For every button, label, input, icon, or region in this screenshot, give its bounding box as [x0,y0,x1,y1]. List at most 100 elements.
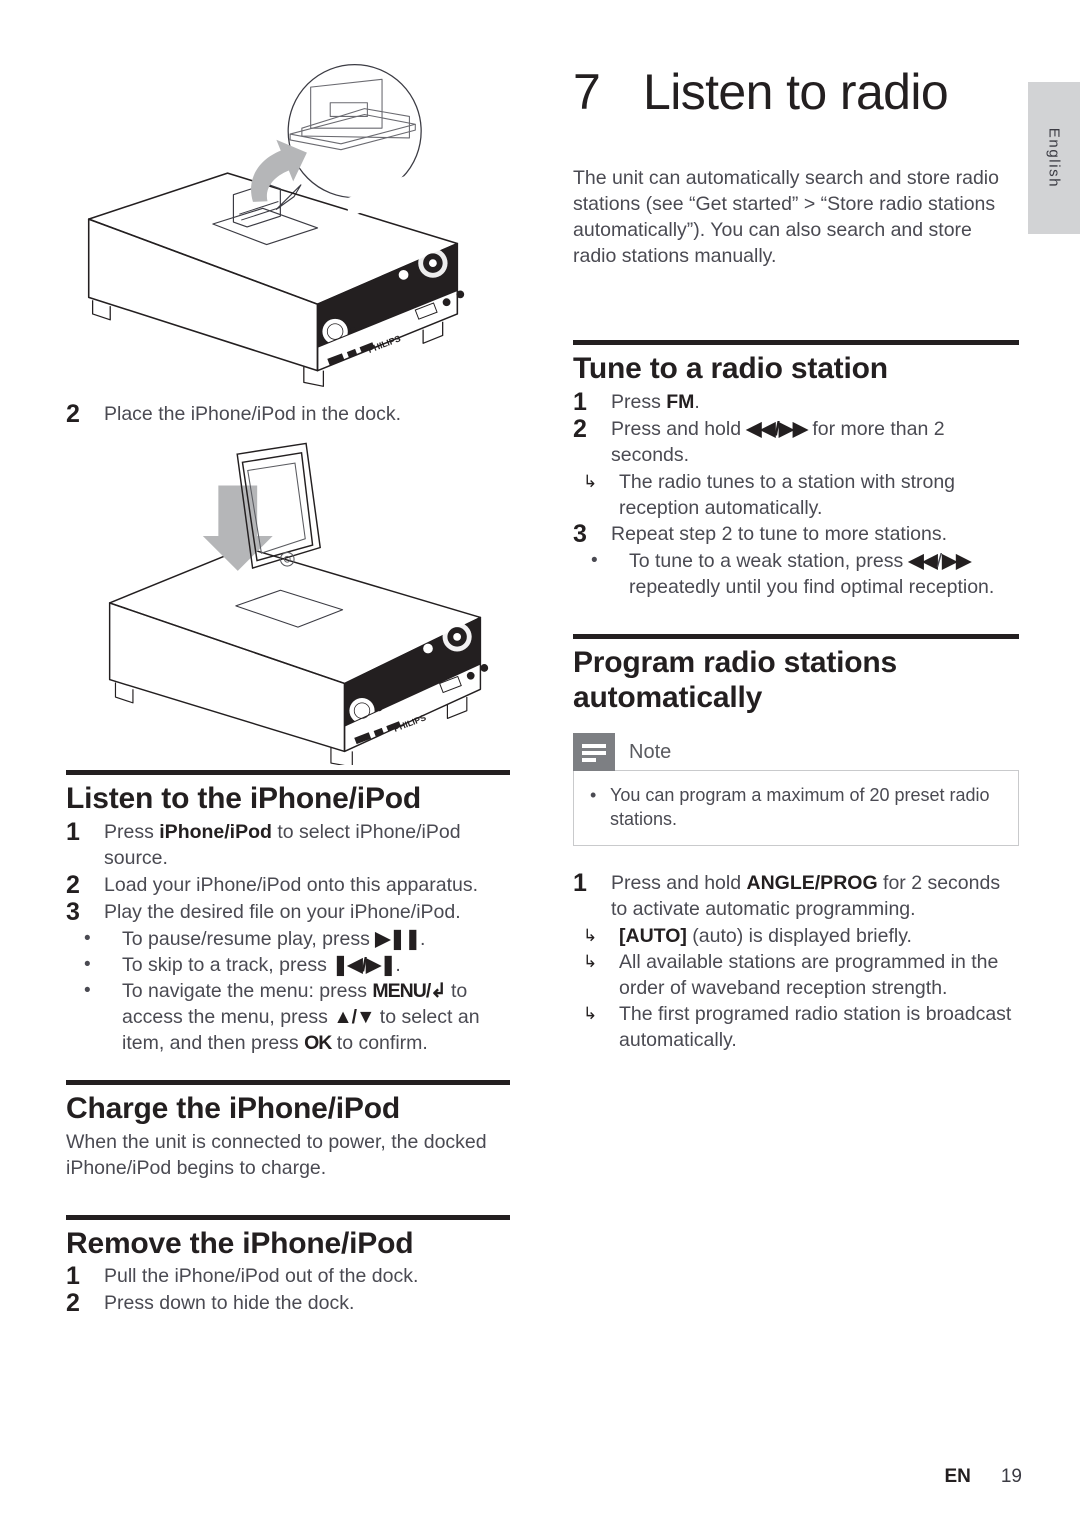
bullet-dot: • [591,549,598,571]
step-item: 1 Pull the iPhone/iPod out of the dock. [66,1263,510,1289]
chapter-number: 7 [573,64,601,120]
bullet-item: • To tune to a weak station, press ◀◀/▶▶… [573,548,1019,600]
section-heading-line2: automatically [573,680,763,714]
program-steps: 1 Press and hold ANGLE/PROG for 2 second… [573,870,1019,922]
step-text: Press down to hide the dock. [104,1292,355,1315]
note-body: • You can program a maximum of 20 preset… [573,770,1019,847]
section-heading: Charge the iPhone/iPod [66,1091,400,1125]
bullet-text: To skip to a track, press ❚◀/▶❚. [122,953,401,976]
remove-steps: 1 Pull the iPhone/iPod out of the dock. … [66,1263,510,1316]
result-arrow-icon: ↳ [583,952,598,972]
left-column: PHILIPS 2 Place the iPhone/iPod in the d… [66,48,510,1317]
tune-steps: 1 Press FM. 2 Press and hold ◀◀/▶▶ for m… [573,389,1019,468]
step-item: 3 Repeat step 2 to tune to more stations… [573,521,1019,547]
page-footer: EN 19 [944,1466,1022,1488]
section-rule [573,633,1019,639]
place-in-dock-steps: 2 Place the iPhone/iPod in the dock. [66,401,510,427]
result-text: The radio tunes to a station with strong… [619,470,956,519]
section-rule [66,1214,510,1220]
tune-step3: 3 Repeat step 2 to tune to more stations… [573,521,1019,547]
step-item: 1 Press and hold ANGLE/PROG for 2 second… [573,870,1019,922]
step-number: 1 [573,869,587,898]
step-text: Play the desired file on your iPhone/iPo… [104,900,461,923]
bullet-dot: • [84,927,91,949]
result-arrow-icon: ↳ [583,1004,598,1024]
step-text: Repeat step 2 to tune to more stations. [611,522,948,545]
step-item: 2 Press and hold ◀◀/▶▶ for more than 2 s… [573,416,1019,468]
note-icon [573,733,615,772]
step-text: Press and hold ANGLE/PROG for 2 seconds … [611,872,1001,921]
tune-step3-bullets: • To tune to a weak station, press ◀◀/▶▶… [573,548,1019,600]
section-heading: Program radio stations automatically [573,646,1019,716]
iphone-docking-illustration: PHILIPS [66,435,510,770]
footer-page-number: 19 [1000,1466,1022,1487]
step-item: 1 Press FM. [573,389,1019,415]
section-heading: Remove the iPhone/iPod [66,1226,414,1260]
step-text: Pull the iPhone/iPod out of the dock. [104,1265,419,1288]
step-text: Load your iPhone/iPod onto this apparatu… [104,873,479,896]
section-rule [573,340,1019,345]
step-number: 1 [66,1262,80,1291]
section-listen-to-iphone: Listen to the iPhone/iPod 1 Press iPhone… [66,770,510,1056]
language-side-tab: English [1028,82,1080,234]
bullet-text: To pause/resume play, press ▶❚❚. [122,927,426,950]
section-tune-radio: Tune to a radio station 1 Press FM. 2 Pr… [573,340,1019,600]
bullet-text: To tune to a weak station, press ◀◀/▶▶ r… [629,549,995,598]
dock-opening-illustration: PHILIPS [66,48,510,405]
listen-steps: 1 Press iPhone/iPod to select iPhone/iPo… [66,819,510,925]
result-item: ↳ All available stations are programmed … [573,949,1019,1001]
step-number: 1 [66,817,80,846]
bullet-item: • To skip to a track, press ❚◀/▶❚. [66,952,510,978]
step-item: 2 Load your iPhone/iPod onto this appara… [66,872,510,898]
step-item: 2 Place the iPhone/iPod in the dock. [66,401,510,427]
step-number: 2 [573,414,587,443]
section-heading-line1: Program radio stations [573,645,898,679]
step-item: 3 Play the desired file on your iPhone/i… [66,899,510,925]
note-item: • You can program a maximum of 20 preset… [590,783,1002,831]
step-number: 2 [66,870,80,899]
tune-step2-results: ↳ The radio tunes to a station with stro… [573,469,1019,521]
right-column: 7 Listen to radio The unit can automatic… [573,48,1019,1053]
section-heading: Listen to the iPhone/iPod [66,782,422,815]
section-rule [66,770,510,775]
step-text: Press FM. [611,390,700,413]
chapter-intro: The unit can automatically search and st… [573,166,999,267]
bullet-text: To navigate the menu: press MENU/↲ to ac… [122,979,480,1054]
step-number: 2 [66,1289,80,1318]
result-arrow-icon: ↳ [583,926,598,946]
step-number: 1 [573,387,587,416]
section-remove-iphone: Remove the iPhone/iPod 1 Pull the iPhone… [66,1214,510,1316]
step-text: Press and hold ◀◀/▶▶ for more than 2 sec… [611,417,945,466]
section-heading: Tune to a radio station [573,352,888,385]
note-header: Note [573,733,1019,772]
result-arrow-icon: ↳ [583,471,598,491]
bullet-dot: • [590,785,597,806]
footer-language-code: EN [944,1466,971,1487]
page-title: 7 Listen to radio [573,48,1019,119]
result-item: ↳ The first programed radio station is b… [573,1001,1019,1053]
step-text: Place the iPhone/iPod in the dock. [104,403,402,425]
section-charge-iphone: Charge the iPhone/iPod When the unit is … [66,1079,510,1181]
bullet-item: • To navigate the menu: press MENU/↲ to … [66,978,510,1056]
bullet-dot: • [84,979,91,1001]
bullet-item: • To pause/resume play, press ▶❚❚. [66,926,510,952]
note-callout: Note • You can program a maximum of 20 p… [573,733,1019,847]
result-text: [AUTO] (auto) is displayed briefly. [619,925,912,948]
note-label: Note [629,740,672,763]
step-number: 3 [66,897,80,926]
step-number: 3 [573,519,587,548]
step-item: 2 Press down to hide the dock. [66,1290,510,1316]
result-text: The first programed radio station is bro… [619,1003,1012,1052]
result-text: All available stations are programmed in… [619,951,999,1000]
language-tab-label: English [1045,127,1063,189]
result-item: ↳ The radio tunes to a station with stro… [573,469,1019,521]
listen-bullets: • To pause/resume play, press ▶❚❚. • To … [66,926,510,1056]
section-paragraph: When the unit is connected to power, the… [66,1130,487,1179]
step-number: 2 [66,400,80,428]
chapter-title: Listen to radio [643,64,949,120]
result-item: ↳ [AUTO] (auto) is displayed briefly. [573,923,1019,949]
section-program-radio: Program radio stations automatically Not… [573,633,1019,1054]
step-item: 1 Press iPhone/iPod to select iPhone/iPo… [66,819,510,871]
section-rule [66,1079,510,1085]
program-results: ↳ [AUTO] (auto) is displayed briefly. ↳ … [573,923,1019,1053]
